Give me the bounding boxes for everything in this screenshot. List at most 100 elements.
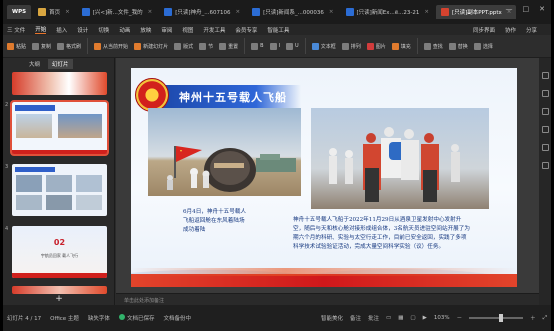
- add-slide-button[interactable]: +: [3, 293, 115, 305]
- slide-title[interactable]: 神州十五号载人飞船: [179, 89, 287, 105]
- slide-thumbnail-3[interactable]: [12, 164, 107, 216]
- layout-icon[interactable]: [541, 126, 549, 133]
- theme-name[interactable]: Office 主题: [50, 314, 79, 322]
- toolbar-button[interactable]: 节: [199, 42, 213, 50]
- document-tab[interactable]: 首页 ×: [33, 5, 75, 19]
- close-tab-icon[interactable]: ×: [236, 9, 241, 15]
- toolbar-button[interactable]: 从当前开始: [94, 42, 128, 50]
- tab-label: [只读]神舟_...607106: [175, 10, 231, 16]
- fit-window-icon[interactable]: ⤢: [543, 315, 547, 322]
- toolbar-button[interactable]: 排列: [341, 42, 361, 50]
- reading-view-icon[interactable]: ▢: [410, 315, 415, 321]
- document-tab[interactable]: [只读]神舟_...607106 ×: [159, 5, 245, 19]
- slide-thumbnail-4[interactable]: 02 宇航员回家 载人飞行: [12, 226, 107, 278]
- document-tab-bar: WPS 首页 × [兴<]新...文件_我的 × [只读]神舟_...607106 × [只读…: [3, 0, 551, 24]
- toolbar-button[interactable]: U: [286, 42, 299, 50]
- document-tab[interactable]: [只读]副本PPT.pptx ×: [436, 5, 517, 19]
- toolbar-separator: [87, 38, 89, 54]
- menu-right-item[interactable]: 协作: [505, 26, 516, 34]
- toolbar-button[interactable]: 查找: [423, 42, 443, 50]
- sorter-view-icon[interactable]: ▦: [398, 315, 403, 321]
- slide-thumbnail-1[interactable]: [12, 72, 107, 95]
- toolbar-button[interactable]: 文本框: [311, 42, 336, 50]
- menu-item[interactable]: 动画: [119, 26, 130, 34]
- comments-toggle[interactable]: 批注: [368, 314, 379, 322]
- smart-beautify-button[interactable]: 智能美化: [321, 314, 343, 322]
- menu-item[interactable]: 审阅: [161, 26, 172, 34]
- menu-item[interactable]: 放映: [140, 26, 151, 34]
- document-tab[interactable]: [兴<]新...文件_我的 ×: [77, 5, 158, 19]
- toolbar-button[interactable]: 重置: [219, 42, 238, 50]
- minimize-icon[interactable]: —: [506, 5, 513, 13]
- close-tab-icon[interactable]: ×: [424, 9, 429, 15]
- shape-icon[interactable]: [541, 90, 549, 97]
- notes-field[interactable]: 单击此处添加备注: [116, 293, 539, 305]
- menu-item[interactable]: 设计: [77, 26, 88, 34]
- toolbar-button[interactable]: 填充: [391, 42, 411, 50]
- menu-item[interactable]: 开发工具: [203, 26, 225, 34]
- menu-right-actions: 同步界面 协作 分享: [473, 26, 551, 34]
- astronauts-photo[interactable]: [311, 108, 489, 209]
- saved-status-icon: [118, 314, 125, 320]
- toolbar-button[interactable]: 图片: [366, 42, 386, 50]
- document-tab[interactable]: [只读]新闻Ex...ё...23-21 ×: [341, 5, 435, 19]
- missing-font[interactable]: 缺失字体: [88, 314, 110, 322]
- style-icon[interactable]: [541, 72, 549, 79]
- maximize-icon[interactable]: □: [523, 5, 530, 13]
- menu-item[interactable]: 视图: [182, 26, 193, 34]
- document-icon: [345, 8, 354, 16]
- close-tab-icon[interactable]: ×: [65, 9, 70, 15]
- toolbar-button[interactable]: 版式: [174, 42, 194, 50]
- close-tab-icon[interactable]: ×: [329, 9, 334, 15]
- menu-right-item[interactable]: 同步界面: [473, 26, 495, 34]
- slide-thumbnail-2[interactable]: [10, 100, 109, 156]
- menu-right-item[interactable]: 分享: [526, 26, 537, 34]
- menu-item[interactable]: 会员专享: [235, 26, 257, 34]
- zoom-slider[interactable]: [469, 314, 524, 322]
- toolbar-button[interactable]: 替换: [448, 42, 468, 50]
- tab-slides[interactable]: 幻灯片: [48, 58, 73, 69]
- wps-home-tab[interactable]: WPS: [7, 5, 32, 19]
- toolbar-button[interactable]: 格式刷: [57, 42, 81, 50]
- close-tab-icon[interactable]: ×: [148, 9, 153, 15]
- toolbar-button[interactable]: 选择: [473, 42, 493, 50]
- animation-icon[interactable]: [541, 108, 549, 115]
- toolbar-separator: [416, 38, 418, 54]
- zoom-level[interactable]: 103%: [434, 315, 450, 321]
- tab-label: [只读]新闻系_...000036: [263, 10, 324, 16]
- toolbar-button[interactable]: 新建幻灯片: [134, 42, 168, 50]
- toolbar-button[interactable]: I: [269, 42, 280, 50]
- zoom-out-icon[interactable]: －: [457, 314, 463, 322]
- section-subtitle: 宇航员回家 载人飞行: [40, 253, 79, 258]
- notes-toggle[interactable]: 备注: [350, 314, 361, 322]
- zoom-in-icon[interactable]: ＋: [530, 314, 536, 322]
- menu-item[interactable]: 智能工具: [267, 26, 289, 34]
- menu-item[interactable]: 插入: [56, 26, 67, 34]
- toolbar-label: 版式: [183, 43, 194, 50]
- document-icon: [81, 8, 90, 16]
- close-icon[interactable]: ✕: [539, 5, 545, 13]
- caption-right[interactable]: 神舟十五号载人飞船于2022年11月29日从酒泉卫星发射中心发射升空，随后与天和…: [293, 216, 471, 252]
- help-icon[interactable]: [541, 162, 549, 169]
- panel-tabs: 大纲 幻灯片: [3, 58, 114, 69]
- toolbar-icon: [57, 42, 65, 50]
- landing-capsule-photo[interactable]: [148, 108, 301, 196]
- document-tab[interactable]: [只读]新闻系_...000036 ×: [247, 5, 338, 19]
- zoom-thumb[interactable]: [499, 314, 504, 322]
- toolbar-icon: [7, 42, 14, 50]
- normal-view-icon[interactable]: ▭: [386, 315, 391, 321]
- slide-editing-canvas[interactable]: 神州十五号载人飞船 6月4日，神舟十五号载人飞船返回舱在东风着陆场成功着陆 神舟…: [116, 58, 539, 293]
- menu-item[interactable]: 三 文件: [7, 26, 25, 34]
- toolbar-button[interactable]: 复制: [32, 42, 51, 50]
- tab-outline[interactable]: 大纲: [29, 60, 40, 68]
- play-icon[interactable]: ▶: [423, 315, 427, 321]
- menu-item[interactable]: 开始: [35, 25, 47, 34]
- settings-icon[interactable]: [541, 144, 549, 151]
- toolbar-button[interactable]: 粘贴: [7, 42, 26, 50]
- toolbar-button[interactable]: B: [251, 42, 264, 50]
- toolbar-icon: [286, 42, 294, 50]
- menu-item[interactable]: 切换: [98, 26, 109, 34]
- toolbar-icon: [32, 42, 40, 50]
- caption-left[interactable]: 6月4日，神舟十五号载人飞船返回舱在东风着陆场成功着陆: [183, 208, 249, 235]
- current-slide[interactable]: 神州十五号载人飞船 6月4日，神舟十五号载人飞船返回舱在东风着陆场成功着陆 神舟…: [131, 68, 517, 287]
